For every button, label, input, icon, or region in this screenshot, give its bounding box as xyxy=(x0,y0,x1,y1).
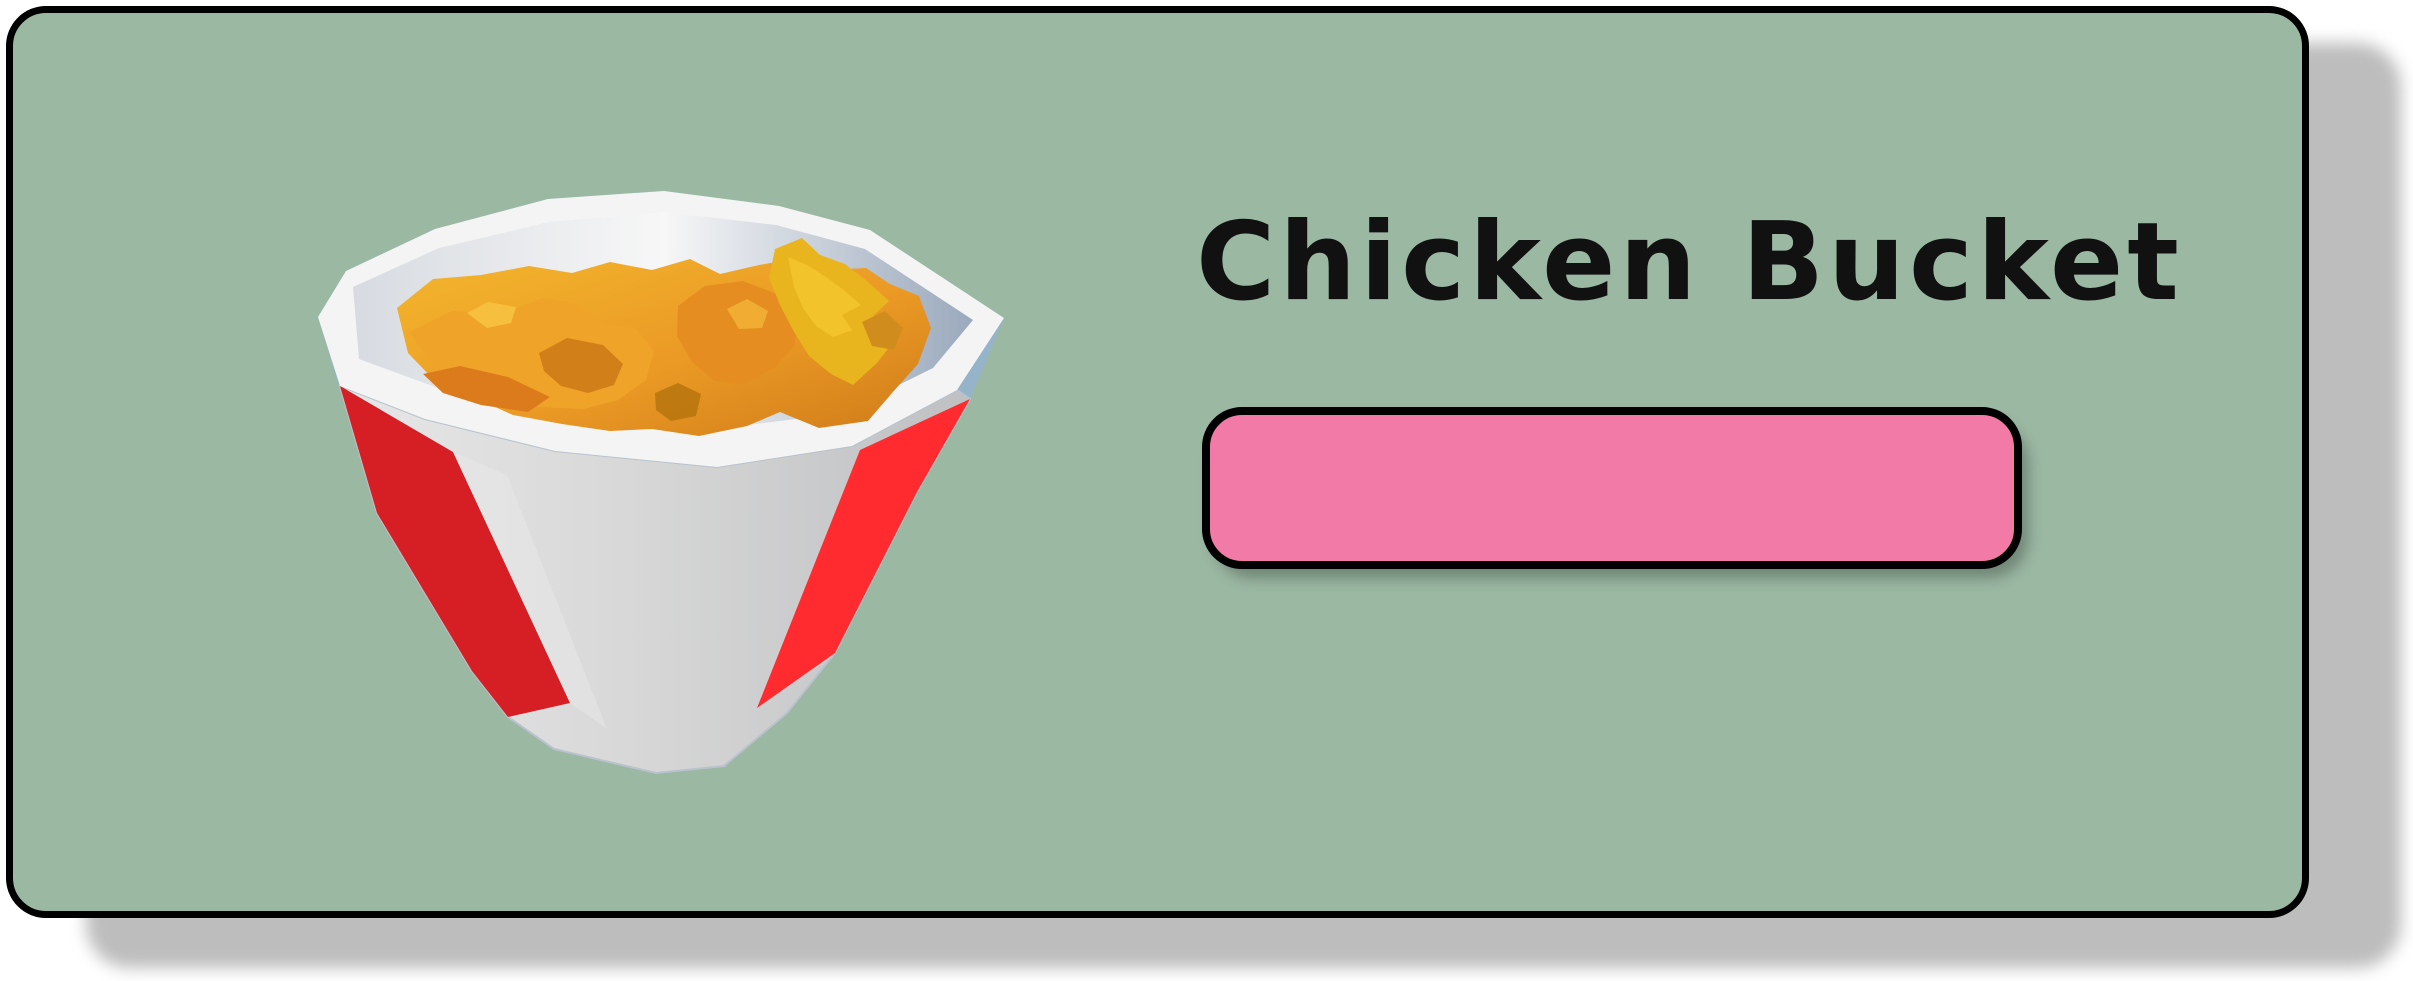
item-card: Chicken Bucket xyxy=(6,6,2309,918)
item-title: Chicken Bucket xyxy=(1196,200,2183,325)
chicken-bucket-icon xyxy=(318,191,1004,775)
action-button[interactable] xyxy=(1202,407,2022,569)
